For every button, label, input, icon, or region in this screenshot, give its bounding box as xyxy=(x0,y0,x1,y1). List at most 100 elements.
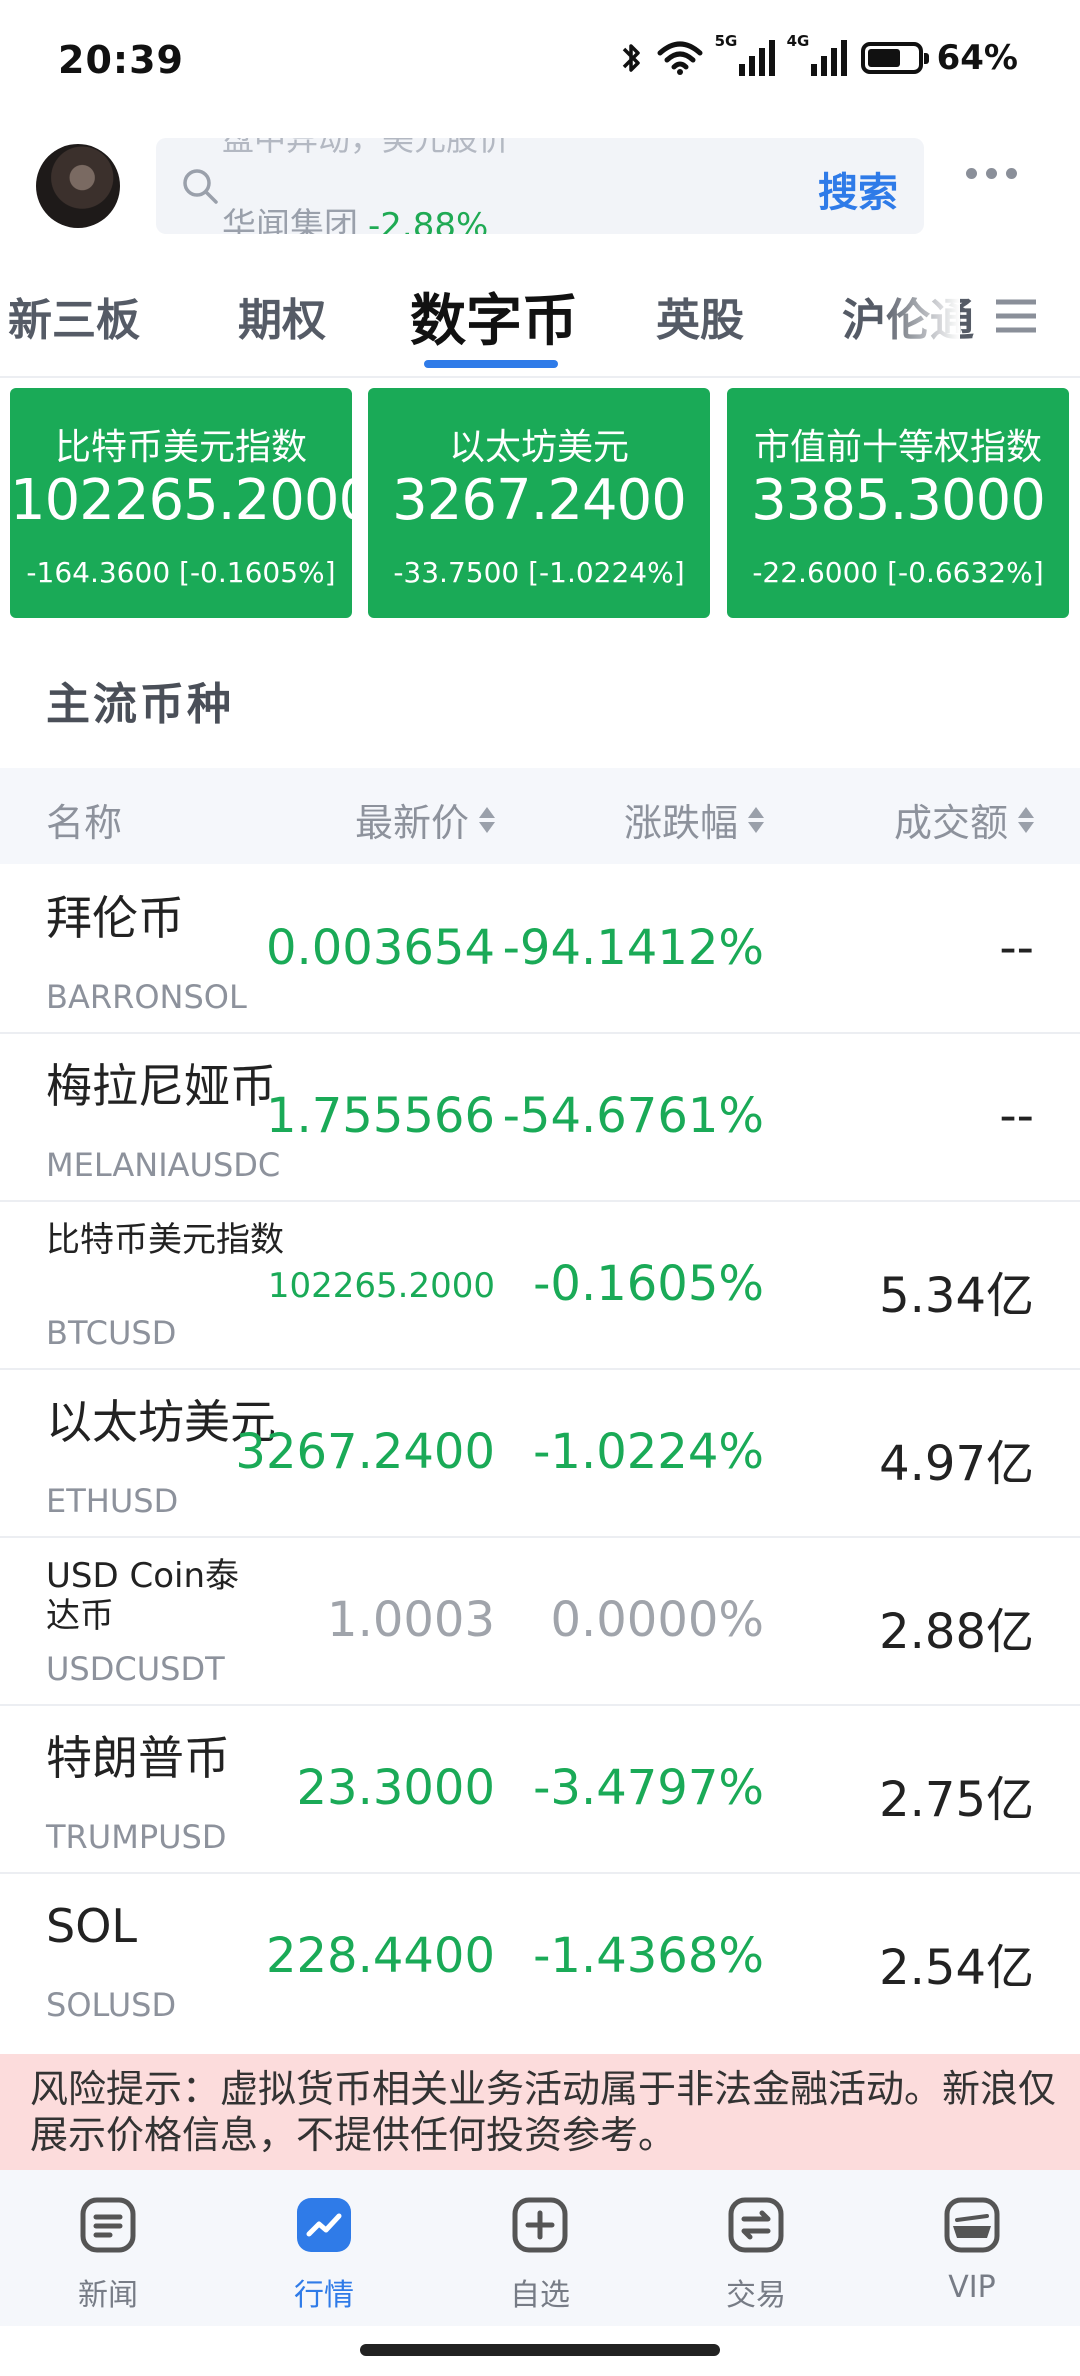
tab-crypto[interactable]: 数字币 xyxy=(410,276,578,357)
active-tab-indicator xyxy=(424,360,558,368)
coin-code: TRUMPUSD xyxy=(46,1818,227,1856)
coin-change: -1.4368% xyxy=(533,1928,764,1984)
index-card-top10[interactable]: 市值前十等权指数 3385.3000 -22.6000 [-0.6632%] xyxy=(727,388,1069,618)
add-watchlist-icon xyxy=(512,2197,568,2253)
home-indicator[interactable] xyxy=(360,2344,720,2356)
tab-xinsanban[interactable]: 新三板 xyxy=(8,284,140,348)
signal-4g-icon: 4G xyxy=(787,32,847,76)
card-price: 3385.3000 xyxy=(751,468,1046,533)
table-row[interactable]: USD Coin泰达币 USDCUSDT 1.0003 0.0000% 2.88… xyxy=(0,1536,1080,1706)
coin-price: 0.003654 xyxy=(265,920,495,976)
ticker-text-previous: 盘中异动，美元股价 xyxy=(222,138,511,158)
nav-watchlist[interactable]: 自选 xyxy=(470,2196,610,2314)
column-header-price-label: 最新价 xyxy=(354,801,469,845)
coin-code: USDCUSDT xyxy=(46,1650,225,1688)
index-card-btc[interactable]: 比特币美元指数 102265.2000 -164.3600 [-0.1605%] xyxy=(10,388,352,618)
nav-label: 自选 xyxy=(510,2278,570,2313)
column-header-change[interactable]: 涨跌幅 xyxy=(624,792,764,847)
card-price: 102265.2000 xyxy=(10,468,352,533)
nav-label: 交易 xyxy=(726,2278,786,2313)
coin-price: 228.4400 xyxy=(265,1928,495,1984)
wifi-icon xyxy=(657,41,703,75)
coin-change: -3.4797% xyxy=(533,1760,764,1816)
trade-icon xyxy=(728,2197,784,2253)
tab-bar: 新三板 期权 数字币 英股 沪伦通 xyxy=(0,260,1080,378)
nav-label: 行情 xyxy=(294,2278,354,2313)
search-button[interactable]: 搜索 xyxy=(818,160,898,218)
card-change: -33.7500 [-1.0224%] xyxy=(393,556,685,589)
menu-icon[interactable] xyxy=(994,296,1038,336)
signal-5g-icon: 5G xyxy=(715,32,775,76)
card-name: 比特币美元指数 xyxy=(54,427,307,468)
table-row[interactable]: SOL SOLUSD 228.4400 -1.4368% 2.54亿 xyxy=(0,1872,1080,2056)
coin-change: 0.0000% xyxy=(550,1592,764,1648)
ticker-change: -2.88% xyxy=(368,206,489,234)
table-row[interactable]: 梅拉尼娅币 MELANIAUSDC 1.755566 -54.6761% -- xyxy=(0,1032,1080,1202)
nav-market[interactable]: 行情 xyxy=(254,2196,394,2314)
nav-label: 新闻 xyxy=(78,2278,138,2313)
coin-change: -0.1605% xyxy=(533,1256,764,1312)
coin-name: 比特币美元指数 xyxy=(46,1220,284,1260)
table-row[interactable]: 拜伦币 BARRONSOL 0.003654 -94.1412% -- xyxy=(0,864,1080,1034)
risk-notice-text: 风险提示：虚拟货币相关业务活动属于非法金融活动。新浪仅展示价格信息，不提供任何投… xyxy=(30,2067,1057,2157)
market-icon xyxy=(297,2198,351,2252)
news-icon xyxy=(80,2197,136,2253)
battery-icon xyxy=(860,42,929,74)
coin-change: -54.6761% xyxy=(502,1088,764,1144)
coin-name: 拜伦币 xyxy=(46,891,184,945)
column-header-name: 名称 xyxy=(46,801,123,845)
card-name: 以太坊美元 xyxy=(448,427,629,468)
card-name: 市值前十等权指数 xyxy=(753,427,1042,468)
card-change: -22.6000 [-0.6632%] xyxy=(752,556,1044,589)
coin-amount: -- xyxy=(999,1088,1034,1144)
coin-name: 梅拉尼娅币 xyxy=(46,1059,276,1113)
nav-news[interactable]: 新闻 xyxy=(38,2196,178,2314)
coin-change: -1.0224% xyxy=(533,1424,764,1480)
sort-icon xyxy=(1018,806,1034,833)
avatar[interactable] xyxy=(36,144,120,228)
status-bar: 20:39 5G 4G 64% xyxy=(0,0,1080,130)
table-row[interactable]: 比特币美元指数 BTCUSD 102265.2000 -0.1605% 5.34… xyxy=(0,1200,1080,1370)
battery-level: 64% xyxy=(936,38,1018,78)
column-header-amount-label: 成交额 xyxy=(893,801,1008,845)
coin-price: 23.3000 xyxy=(296,1760,496,1816)
search-icon xyxy=(183,169,218,204)
column-header-change-label: 涨跌幅 xyxy=(623,801,738,845)
search-box[interactable]: 盘中异动，美元股价 华闻集团 -2.88% 搜索 xyxy=(156,138,924,234)
sort-icon xyxy=(479,806,495,833)
table-row[interactable]: 以太坊美元 ETHUSD 3267.2400 -1.0224% 4.97亿 xyxy=(0,1368,1080,1538)
coin-change: -94.1412% xyxy=(502,920,764,976)
bottom-nav: 新闻 行情 自选 交易 VIP xyxy=(0,2170,1080,2326)
tab-fade xyxy=(880,260,960,374)
table-row[interactable]: 特朗普币 TRUMPUSD 23.3000 -3.4797% 2.75亿 xyxy=(0,1704,1080,1874)
coin-code: BTCUSD xyxy=(46,1314,177,1352)
coin-name: SOL xyxy=(46,1899,138,1953)
column-header-amount[interactable]: 成交额 xyxy=(894,792,1034,847)
coin-price: 102265.2000 xyxy=(267,1266,495,1306)
bluetooth-icon xyxy=(622,44,640,72)
ticker-text: 华闻集团 -2.88% xyxy=(222,198,488,234)
status-time: 20:39 xyxy=(58,38,184,82)
coin-code: BARRONSOL xyxy=(46,978,247,1016)
coin-name: USD Coin泰达币 xyxy=(46,1556,239,1636)
column-header-price[interactable]: 最新价 xyxy=(355,792,495,847)
tab-options[interactable]: 期权 xyxy=(238,284,326,348)
section-title: 主流币种 xyxy=(46,679,234,730)
index-card-eth[interactable]: 以太坊美元 3267.2400 -33.7500 [-1.0224%] xyxy=(368,388,710,618)
coin-amount: 4.97亿 xyxy=(879,1436,1034,1492)
coin-price: 1.0003 xyxy=(327,1592,495,1648)
nav-trade[interactable]: 交易 xyxy=(686,2196,826,2314)
coin-code: MELANIAUSDC xyxy=(46,1146,281,1184)
vip-icon xyxy=(944,2197,1000,2253)
nav-label: VIP xyxy=(948,2270,996,2305)
coin-code: SOLUSD xyxy=(46,1986,177,2024)
tab-uk-stocks[interactable]: 英股 xyxy=(656,284,744,348)
more-icon[interactable] xyxy=(966,168,1017,179)
coin-name: 特朗普币 xyxy=(46,1731,230,1785)
nav-vip[interactable]: VIP xyxy=(902,2196,1042,2305)
sort-icon xyxy=(748,806,764,833)
coin-price: 3267.2400 xyxy=(235,1424,495,1480)
status-icons: 5G 4G 64% xyxy=(621,32,1018,78)
coin-amount: 5.34亿 xyxy=(879,1268,1034,1324)
risk-notice-banner: 风险提示：虚拟货币相关业务活动属于非法金融活动。新浪仅展示价格信息，不提供任何投… xyxy=(0,2054,1080,2170)
